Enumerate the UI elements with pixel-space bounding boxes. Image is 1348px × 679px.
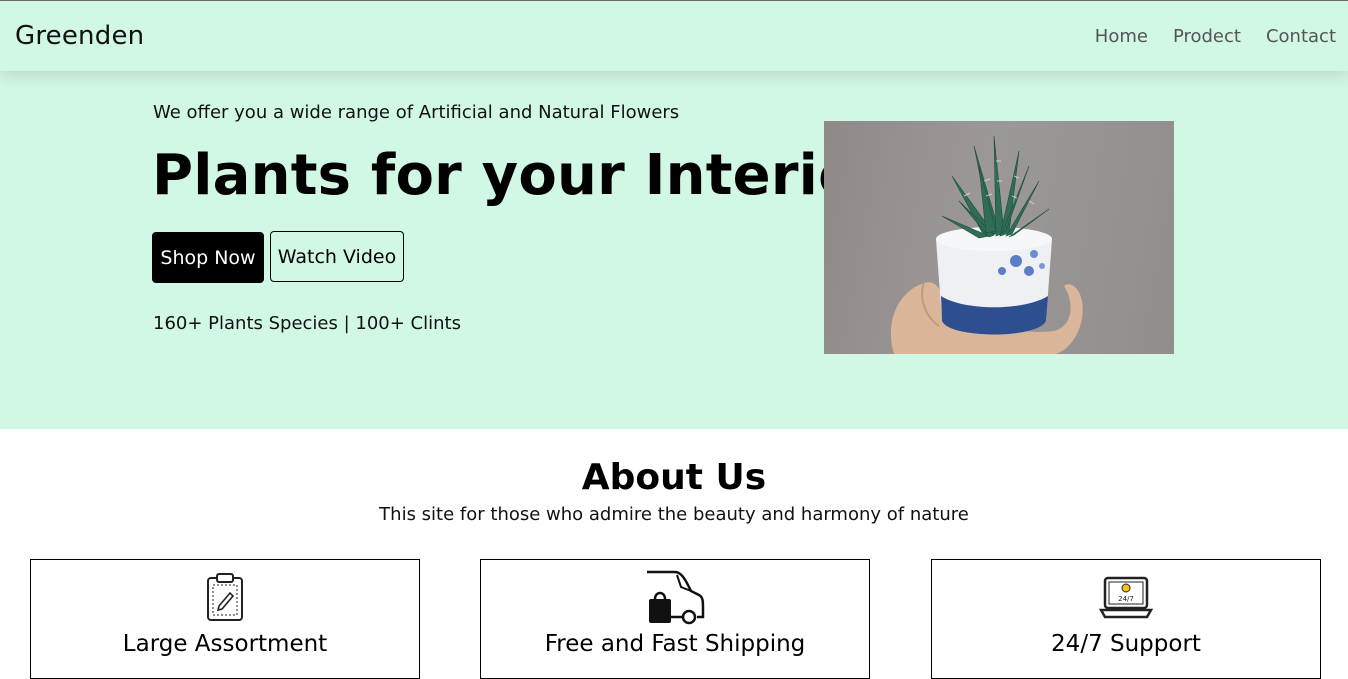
hero-tagline: We offer you a wide range of Artificial … xyxy=(153,102,680,123)
clipboard-pencil-icon xyxy=(207,573,243,621)
succulent-plant-photo xyxy=(890,135,1083,354)
hero-title: Plants for your Interior xyxy=(152,143,885,208)
svg-text:24/7: 24/7 xyxy=(1118,595,1134,603)
hero-section: We offer you a wide range of Artificial … xyxy=(0,71,1348,429)
feature-card-title: 24/7 Support xyxy=(1051,631,1201,657)
nav-link-home[interactable]: Home xyxy=(1095,26,1148,47)
about-subtitle: This site for those who admire the beaut… xyxy=(379,504,969,525)
watch-video-button[interactable]: Watch Video xyxy=(270,231,404,282)
nav-link-contact[interactable]: Contact xyxy=(1266,26,1336,47)
nav-link-product[interactable]: Prodect xyxy=(1173,26,1241,47)
feature-card-assortment: Large Assortment xyxy=(30,559,420,679)
feature-card-title: Large Assortment xyxy=(122,631,328,657)
feature-card-support: 24/7 24/7 Support xyxy=(931,559,1321,679)
hero-stats: 160+ Plants Species | 100+ Clints xyxy=(153,313,461,334)
hero-plant-image xyxy=(824,121,1174,354)
brand-logo[interactable]: Greenden xyxy=(15,21,144,51)
feature-card-shipping: Free and Fast Shipping xyxy=(480,559,870,679)
navbar: Greenden Home Prodect Contact xyxy=(0,0,1348,71)
delivery-truck-bag-icon xyxy=(647,570,705,625)
about-section: About Us This site for those who admire … xyxy=(0,429,1348,679)
about-title: About Us xyxy=(581,457,767,498)
feature-card-title: Free and Fast Shipping xyxy=(544,631,806,657)
support-laptop-icon: 24/7 xyxy=(1099,576,1153,619)
shop-now-button[interactable]: Shop Now xyxy=(152,232,264,283)
nav-links: Home Prodect Contact xyxy=(1070,26,1336,47)
